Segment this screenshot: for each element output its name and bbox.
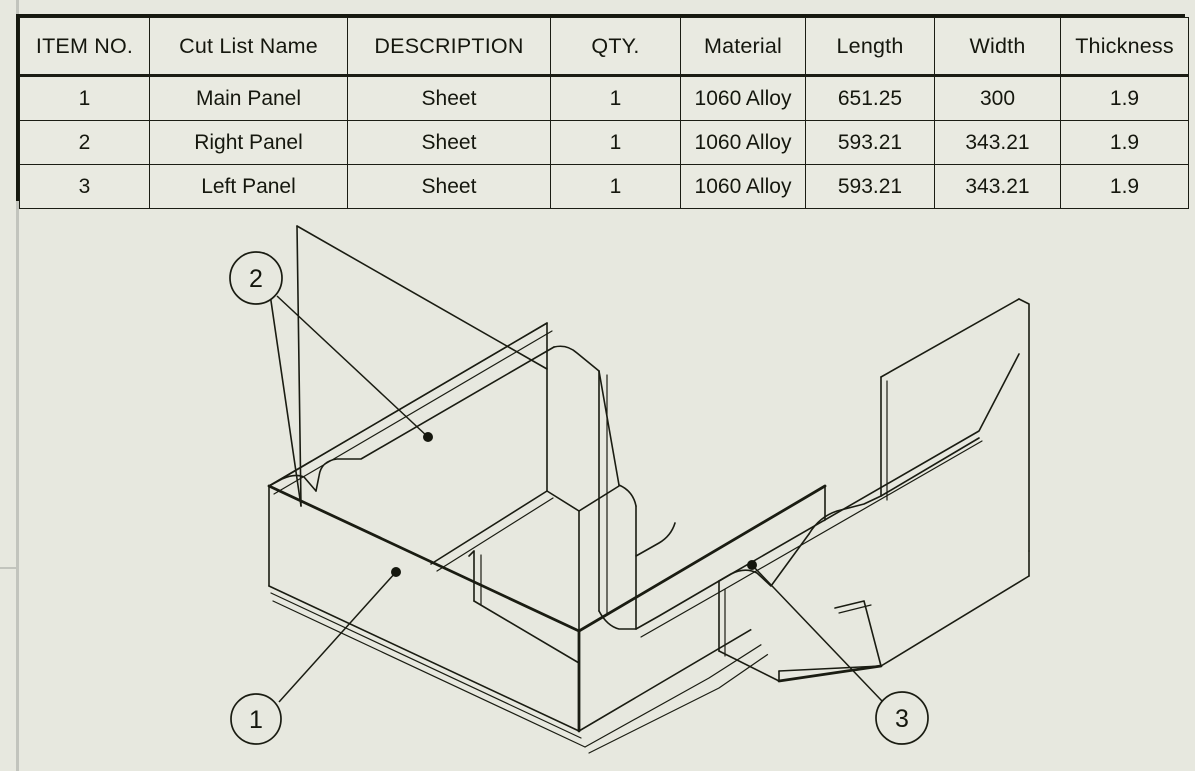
cell-item-no: 1 (19, 75, 150, 121)
column-header-length: Length (805, 17, 935, 77)
column-header-item-no: ITEM NO. (19, 17, 150, 77)
cell-description: Sheet (347, 75, 551, 121)
cell-description: Sheet (347, 120, 551, 165)
cell-cut-list-name: Main Panel (149, 75, 348, 121)
cell-cut-list-name: Right Panel (149, 120, 348, 165)
cell-width: 343.21 (934, 120, 1061, 165)
column-header-description: DESCRIPTION (347, 17, 551, 77)
table-header-row: ITEM NO. Cut List Name DESCRIPTION QTY. … (19, 17, 1189, 77)
cell-length: 651.25 (805, 75, 935, 121)
balloon-label-1: 1 (249, 706, 263, 734)
balloon-label-2: 2 (249, 265, 263, 293)
cell-material: 1060 Alloy (680, 75, 806, 121)
gutter-horizontal-divider (0, 567, 16, 569)
isometric-drawing-view[interactable]: 1 2 3 (19, 201, 1195, 771)
table-row: 1 Main Panel Sheet 1 1060 Alloy 651.25 3… (19, 75, 1189, 121)
cell-length: 593.21 (805, 120, 935, 165)
table-row: 2 Right Panel Sheet 1 1060 Alloy 593.21 … (19, 120, 1189, 165)
cell-item-no: 2 (19, 120, 150, 165)
cell-thickness: 1.9 (1060, 75, 1189, 121)
cell-thickness: 1.9 (1060, 120, 1189, 165)
cell-width: 300 (934, 75, 1061, 121)
cut-list-table: ITEM NO. Cut List Name DESCRIPTION QTY. … (16, 14, 1189, 209)
balloon-callout-2[interactable]: 2 (229, 251, 433, 442)
main-panel-geometry (267, 322, 836, 754)
column-header-cut-list-name: Cut List Name (149, 17, 348, 77)
cell-qty: 1 (550, 75, 681, 121)
left-gutter-strip (0, 0, 16, 771)
column-header-material: Material (680, 17, 806, 77)
cell-qty: 1 (550, 120, 681, 165)
cut-list-table-grid: ITEM NO. Cut List Name DESCRIPTION QTY. … (19, 17, 1189, 209)
balloon-label-3: 3 (895, 705, 909, 733)
column-header-thickness: Thickness (1060, 17, 1189, 77)
cell-material: 1060 Alloy (680, 120, 806, 165)
column-header-qty: QTY. (550, 17, 681, 77)
column-header-width: Width (934, 17, 1061, 77)
